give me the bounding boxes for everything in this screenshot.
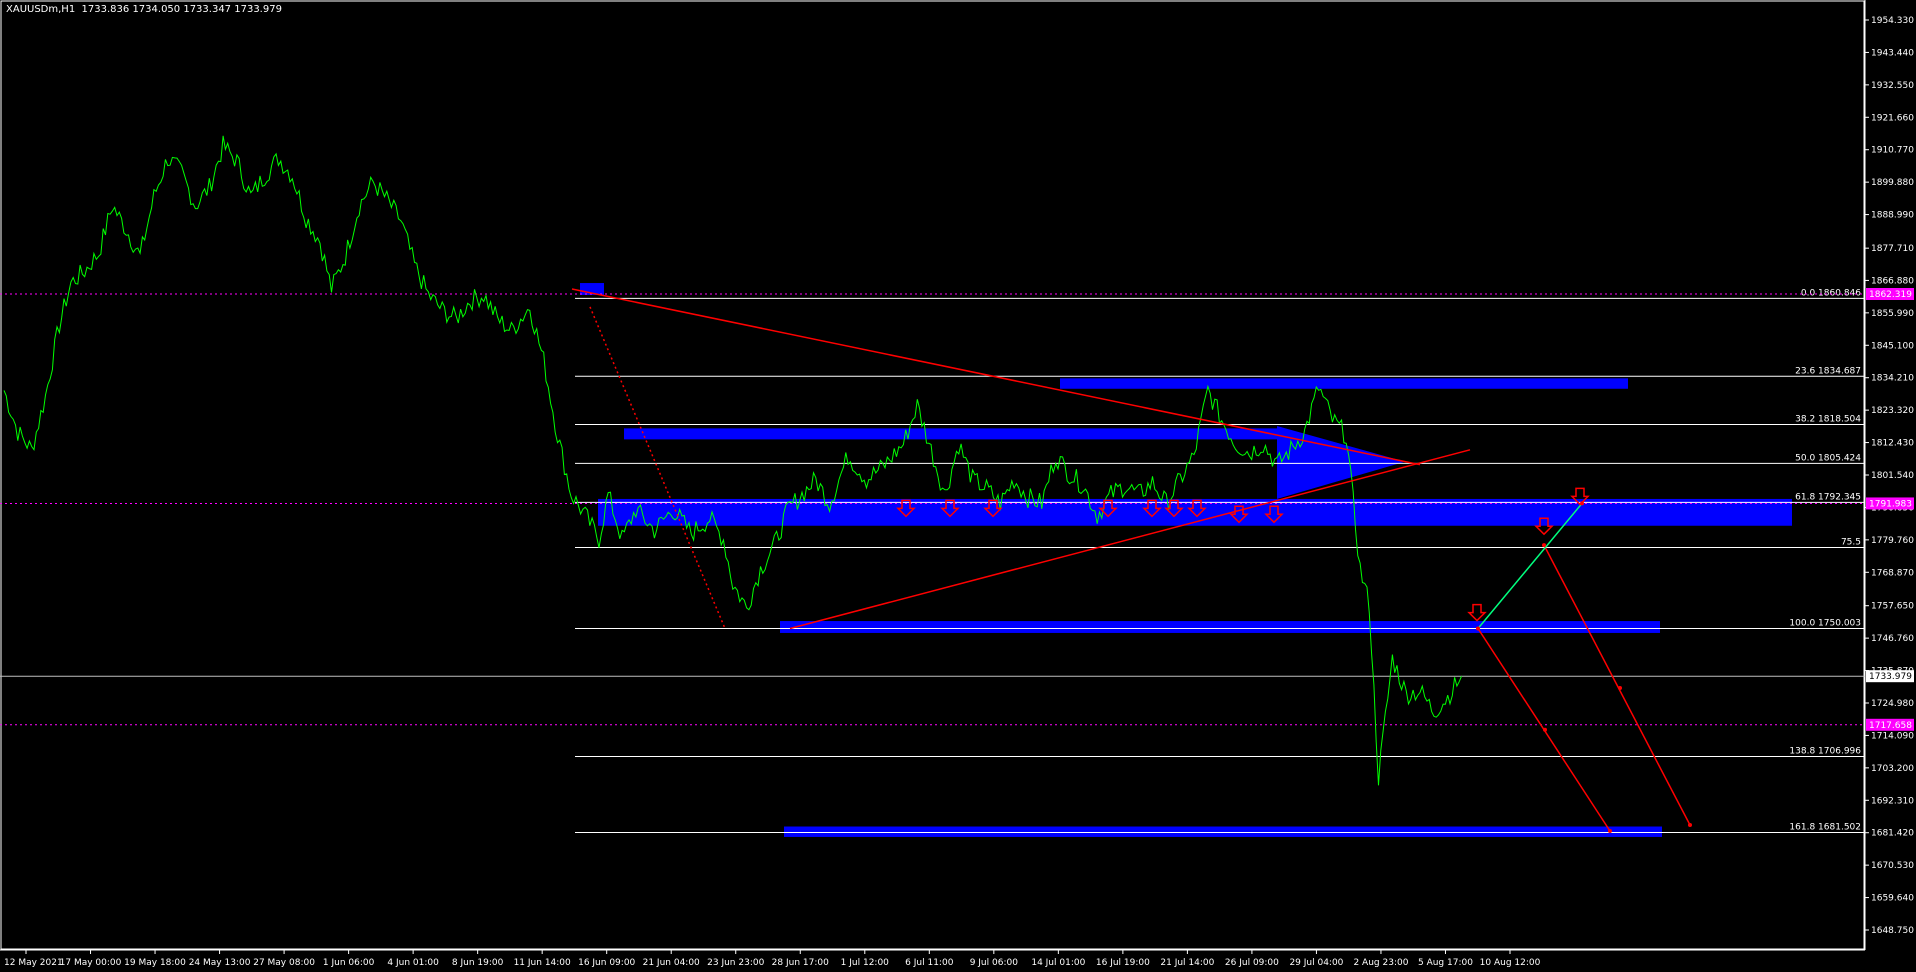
price-series [3, 135, 1462, 786]
projection-point-4 [1618, 686, 1622, 691]
time-tick-label-21: 2 Aug 23:00 [1353, 958, 1408, 968]
price-tick-label-6: 1888.990 [1871, 211, 1914, 221]
time-tick-label-23: 10 Aug 12:00 [1480, 958, 1541, 968]
price-tick-label-12: 1823.320 [1871, 406, 1914, 416]
projection-point-5 [1608, 828, 1612, 833]
price-tick-label-24: 1692.310 [1871, 796, 1914, 806]
time-tick-label-17: 16 Jul 19:00 [1096, 958, 1150, 968]
time-tick-label-6: 4 Jun 01:00 [387, 958, 439, 968]
price-marker-badge-1: 1791.983 [1869, 499, 1912, 509]
time-tick-label-14: 6 Jul 11:00 [905, 958, 954, 968]
price-tick-label-25: 1681.420 [1871, 829, 1914, 839]
time-tick-label-9: 16 Jun 09:00 [578, 958, 635, 968]
price-tick-label-21: 1724.980 [1871, 699, 1914, 709]
time-tick-label-12: 28 Jun 17:00 [772, 958, 829, 968]
time-tick-label-19: 26 Jul 09:00 [1225, 958, 1279, 968]
zone-rect-4 [784, 826, 1662, 837]
price-tick-label-19: 1746.760 [1871, 634, 1914, 644]
zone-rect-0 [1060, 378, 1628, 389]
fib-label-3: 50.0 1805.424 [1795, 453, 1861, 463]
time-tick-label-8: 11 Jun 14:00 [514, 958, 571, 968]
projection-point-3 [1543, 727, 1547, 732]
price-tick-label-17: 1768.870 [1871, 568, 1914, 578]
time-tick-label-18: 21 Jul 14:00 [1160, 958, 1214, 968]
trend-lines [571, 288, 1692, 833]
fib-label-6: 100.0 1750.003 [1789, 618, 1861, 628]
time-tick-label-11: 23 Jun 23:00 [707, 958, 764, 968]
projection-point-0 [1476, 626, 1480, 631]
price-tick-label-22: 1714.090 [1871, 731, 1914, 741]
time-tick-label-16: 14 Jul 01:00 [1031, 958, 1085, 968]
price-tick-label-9: 1855.990 [1871, 309, 1914, 319]
time-tick-label-4: 27 May 08:00 [253, 958, 315, 968]
price-tick-label-1: 1943.440 [1871, 48, 1914, 58]
price-line [3, 135, 1462, 786]
price-marker-badge-2: 1717.658 [1869, 721, 1912, 731]
zone-rect-3 [780, 621, 1660, 633]
price-tick-label-5: 1899.880 [1871, 178, 1914, 188]
fib-label-4: 61.8 1792.345 [1795, 492, 1861, 502]
current-price-badge: 1733.979 [1869, 672, 1912, 682]
price-tick-label-23: 1703.200 [1871, 764, 1914, 774]
fib-label-5: 75.5 [1841, 537, 1861, 547]
price-tick-label-13: 1812.430 [1871, 439, 1914, 449]
fib-label-8: 161.8 1681.502 [1789, 822, 1861, 832]
fib-label-1: 23.6 1834.687 [1795, 366, 1861, 376]
support-resistance-zones [580, 283, 1792, 837]
price-chart[interactable]: 0.0 1860.846 23.6 1834.687 38.2 1818.504 50… [0, 0, 1916, 972]
zone-rect-1 [624, 428, 1280, 440]
price-tick-label-8: 1866.880 [1871, 276, 1914, 286]
price-marker-badge-0: 1862.319 [1869, 290, 1912, 300]
price-tick-label-2: 1932.550 [1871, 81, 1914, 91]
price-tick-label-28: 1648.750 [1871, 926, 1914, 936]
price-tick-label-16: 1779.760 [1871, 536, 1914, 546]
price-tick-label-11: 1834.210 [1871, 374, 1914, 384]
price-tick-label-10: 1845.100 [1871, 341, 1914, 351]
plot-area [0, 0, 1865, 950]
dotted-trend-line [589, 306, 726, 629]
price-tick-label-7: 1877.710 [1871, 244, 1914, 254]
projection-point-1 [1542, 543, 1546, 548]
time-tick-label-15: 9 Jul 06:00 [970, 958, 1019, 968]
price-tick-label-14: 1801.540 [1871, 471, 1914, 481]
price-axis[interactable]: 1954.330 1943.440 1932.550 1921.660 1910.770… [1864, 0, 1914, 950]
time-tick-label-5: 1 Jun 06:00 [323, 958, 375, 968]
time-tick-label-1: 17 May 00:00 [60, 958, 122, 968]
price-tick-label-18: 1757.650 [1871, 602, 1914, 612]
time-tick-label-10: 21 Jun 04:00 [643, 958, 700, 968]
price-tick-label-3: 1921.660 [1871, 113, 1914, 123]
price-tick-label-27: 1659.640 [1871, 894, 1914, 904]
projection-point-6 [1688, 823, 1692, 828]
fib-label-0: 0.0 1860.846 [1801, 288, 1861, 298]
time-tick-label-13: 1 Jul 12:00 [841, 958, 890, 968]
price-tick-label-0: 1954.330 [1871, 16, 1914, 26]
plot-border [0, 0, 1865, 950]
time-tick-label-3: 24 May 13:00 [189, 958, 251, 968]
time-tick-label-22: 5 Aug 17:00 [1418, 958, 1473, 968]
time-tick-label-7: 8 Jun 19:00 [452, 958, 504, 968]
price-tick-label-26: 1670.530 [1871, 861, 1914, 871]
time-tick-label-2: 19 May 18:00 [124, 958, 186, 968]
price-tick-label-4: 1910.770 [1871, 146, 1914, 156]
fib-label-7: 138.8 1706.996 [1789, 747, 1861, 757]
time-axis[interactable]: 12 May 202117 May 00:00 19 May 18:00 24 Ma… [0, 949, 1865, 968]
time-tick-label-20: 29 Jul 04:00 [1289, 958, 1343, 968]
time-tick-label-0: 12 May 2021 [4, 958, 63, 968]
horizontal-lines: 0.0 1860.846 23.6 1834.687 38.2 1818.504 50… [0, 288, 1865, 833]
projection-line-2 [1543, 544, 1691, 826]
down-arrow-icon-9 [1467, 603, 1487, 622]
fib-label-2: 38.2 1818.504 [1795, 414, 1861, 424]
